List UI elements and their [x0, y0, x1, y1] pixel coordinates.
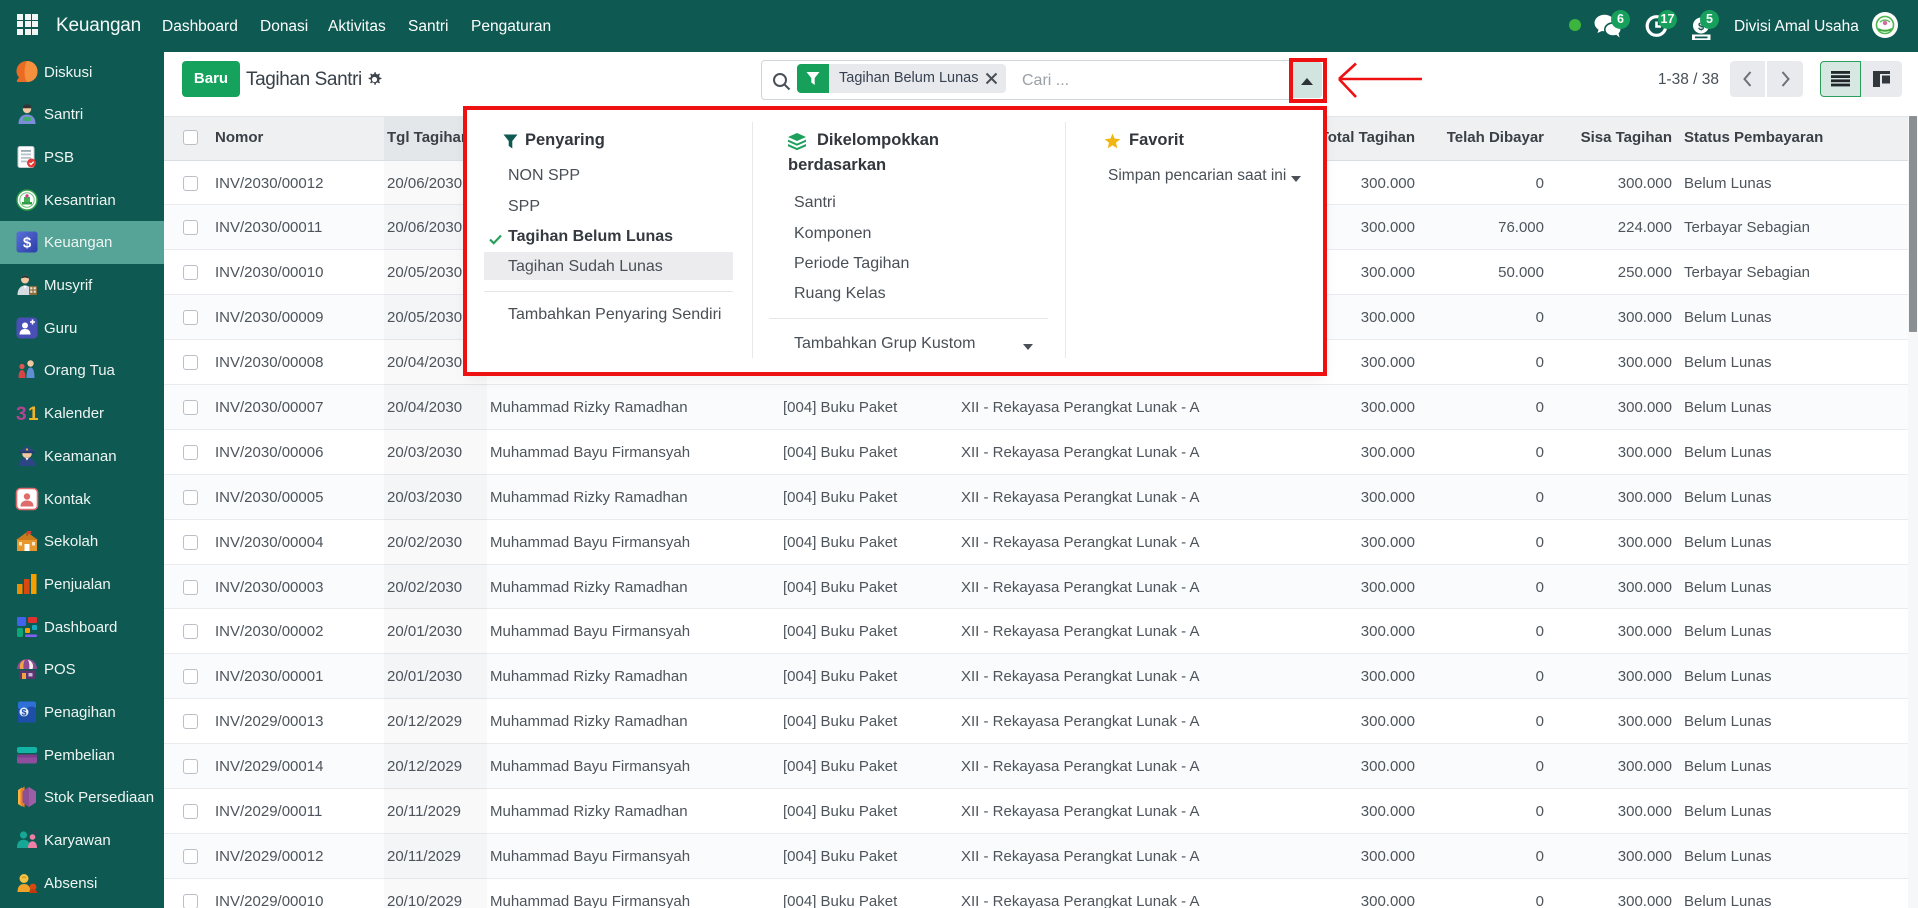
svg-text:$: $ [21, 707, 26, 717]
svg-text:3: 3 [16, 404, 27, 425]
svg-text:$: $ [23, 235, 32, 252]
svg-text:1: 1 [28, 404, 39, 425]
